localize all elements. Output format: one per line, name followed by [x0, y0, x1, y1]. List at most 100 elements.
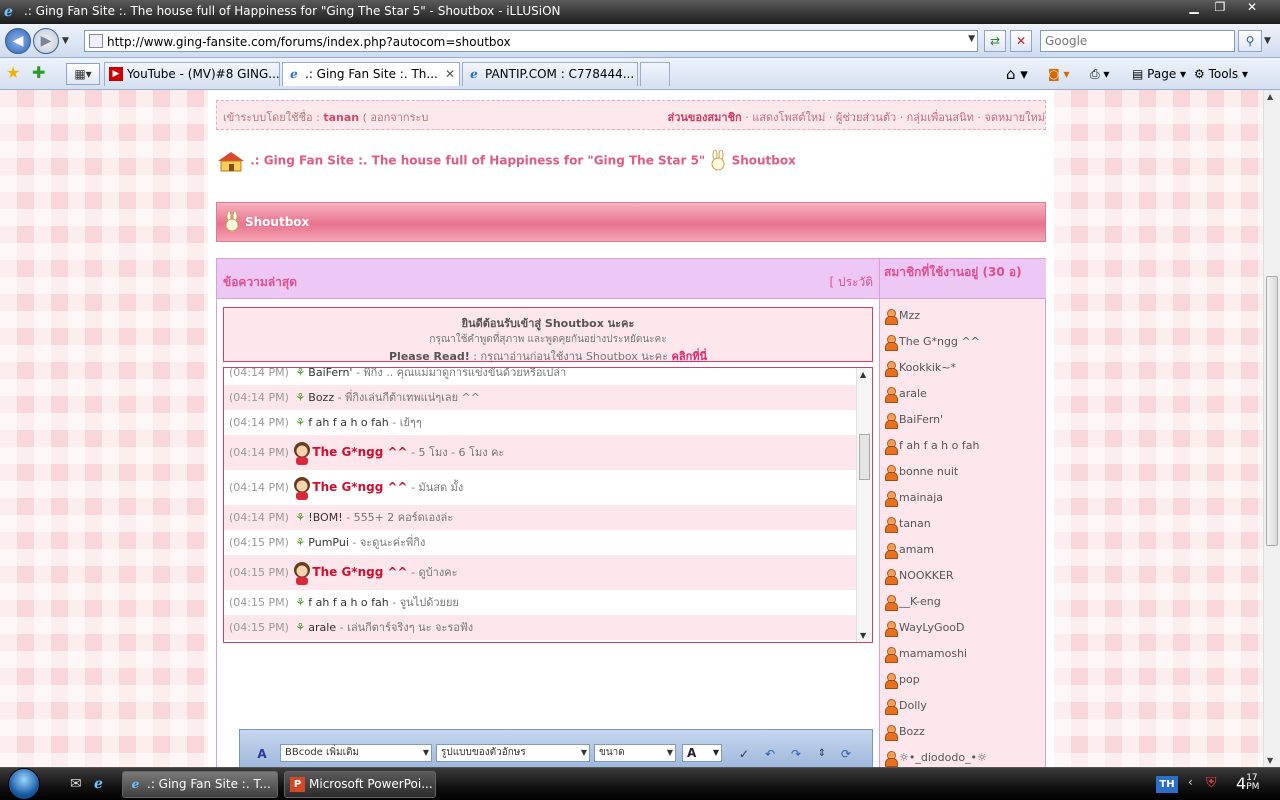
- home-icon[interactable]: ⌂ ▾: [1006, 64, 1028, 84]
- taskbar-item-powerpoint[interactable]: P Microsoft PowerPoi...: [284, 771, 436, 798]
- color-select[interactable]: A ▼: [682, 744, 722, 762]
- online-member[interactable]: __K-eng: [884, 589, 1044, 615]
- online-member-name[interactable]: bonne nuit: [899, 465, 958, 478]
- page-menu[interactable]: ▤ Page ▾: [1132, 64, 1186, 84]
- online-member-name[interactable]: amam: [899, 543, 934, 556]
- search-icon[interactable]: ⚲: [1238, 30, 1262, 52]
- tab-pantip[interactable]: ℯ PANTIP.COM : C778444...: [462, 62, 638, 86]
- online-member[interactable]: ☼•_diododo_•☼: [884, 745, 1044, 767]
- message-list[interactable]: (04:14 PM) ⚘ BaiFern' - พี่กิง .. คุณแม่ม…: [223, 367, 873, 643]
- scroll-down-icon[interactable]: ▼: [860, 631, 866, 640]
- new-tab-button[interactable]: [640, 62, 670, 86]
- size-select[interactable]: ขนาด ▼: [594, 744, 676, 762]
- breadcrumb-site-link[interactable]: .: Ging Fan Site :. The house full of Ha…: [250, 154, 705, 168]
- online-member-name[interactable]: Dolly: [899, 699, 927, 712]
- font-style-icon[interactable]: A: [252, 744, 272, 764]
- tab-close-icon[interactable]: ✕: [445, 63, 455, 85]
- click-here-link[interactable]: คลิกที่นี่: [671, 350, 707, 363]
- online-member[interactable]: mamamoshi: [884, 641, 1044, 667]
- online-member-name[interactable]: Mzz: [899, 309, 920, 322]
- online-member[interactable]: Bozz: [884, 719, 1044, 745]
- tab-ging-fansite[interactable]: ℯ .: Ging Fan Site :. Th... ✕: [282, 62, 460, 86]
- online-member-name[interactable]: WayLyGooD: [899, 621, 965, 634]
- search-box[interactable]: [1040, 30, 1235, 52]
- online-member[interactable]: pop: [884, 667, 1044, 693]
- online-member[interactable]: arale: [884, 381, 1044, 407]
- online-member[interactable]: tanan: [884, 511, 1044, 537]
- taskbar-item-ie[interactable]: ℯ .: Ging Fan Site :. T...: [122, 771, 278, 798]
- message-author[interactable]: PumPui: [308, 536, 349, 549]
- language-indicator[interactable]: TH: [1156, 776, 1178, 793]
- tab-youtube[interactable]: ▶ YouTube - (MV)#8 GING...: [104, 62, 280, 86]
- online-member[interactable]: NOOKKER: [884, 563, 1044, 589]
- message-author[interactable]: f ah f a h o fah: [308, 416, 388, 429]
- minimize-button[interactable]: ▁: [1182, 0, 1206, 16]
- online-member[interactable]: BaiFern': [884, 407, 1044, 433]
- username-link[interactable]: tanan: [323, 111, 359, 124]
- breadcrumb-current[interactable]: Shoutbox: [732, 154, 796, 168]
- online-member[interactable]: mainaja: [884, 485, 1044, 511]
- tray-expand-icon[interactable]: ‹: [1188, 775, 1193, 789]
- history-link[interactable]: [ ประวัติ: [829, 273, 873, 292]
- online-member[interactable]: Kookkik~*: [884, 355, 1044, 381]
- online-member[interactable]: Dolly: [884, 693, 1044, 719]
- font-select[interactable]: รูปแบบของตัวอักษร ▼: [436, 744, 590, 762]
- refresh-button[interactable]: ⇄: [984, 30, 1006, 52]
- search-options-dropdown[interactable]: ▼: [1264, 36, 1271, 46]
- scroll-thumb[interactable]: [859, 434, 870, 480]
- resize-icon[interactable]: ⇕: [812, 744, 832, 764]
- message-author[interactable]: f ah f a h o fah: [308, 596, 388, 609]
- maximize-button[interactable]: ❐: [1208, 0, 1232, 16]
- redo-icon[interactable]: ↷: [786, 744, 806, 764]
- online-member-name[interactable]: Kookkik~*: [899, 361, 956, 374]
- online-member[interactable]: bonne nuit: [884, 459, 1044, 485]
- online-member-name[interactable]: f ah f a h o fah: [899, 439, 979, 452]
- security-shield-icon[interactable]: ⛨: [1206, 775, 1217, 791]
- online-member[interactable]: Mzz: [884, 303, 1044, 329]
- page-scroll-thumb[interactable]: [1266, 276, 1278, 546]
- online-member-name[interactable]: BaiFern': [899, 413, 943, 426]
- switch-editor-icon[interactable]: ⟳: [836, 744, 856, 764]
- page-scrollbar[interactable]: ▲ ▼: [1263, 90, 1280, 767]
- quicklaunch-ie-icon[interactable]: ℯ: [94, 776, 103, 792]
- online-member-name[interactable]: ☼•_diododo_•☼: [899, 751, 987, 764]
- tools-menu[interactable]: ⚙ Tools ▾: [1194, 64, 1248, 84]
- online-member-name[interactable]: tanan: [899, 517, 931, 530]
- message-author[interactable]: arale: [308, 621, 336, 634]
- online-member[interactable]: amam: [884, 537, 1044, 563]
- online-member-name[interactable]: NOOKKER: [899, 569, 954, 582]
- quick-tabs-icon[interactable]: ▦▾: [66, 63, 100, 85]
- online-member-name[interactable]: mainaja: [899, 491, 943, 504]
- bbcode-select[interactable]: BBcode เพิ่มเติม ▼: [280, 744, 432, 762]
- add-favorites-icon[interactable]: ✚: [32, 63, 45, 83]
- url-field[interactable]: http://www.ging-fansite.com/forums/index…: [84, 30, 978, 52]
- recent-pages-dropdown[interactable]: ▼: [62, 36, 69, 46]
- online-member-name[interactable]: arale: [899, 387, 927, 400]
- scroll-up-icon[interactable]: ▲: [860, 370, 866, 379]
- favorites-star-icon[interactable]: ★: [6, 63, 20, 83]
- member-area-link[interactable]: ส่วนของสมาชิก: [668, 111, 742, 124]
- logout-link[interactable]: ( ออกจากระบ: [359, 111, 429, 124]
- forward-button[interactable]: ▶: [33, 28, 59, 54]
- spellcheck-icon[interactable]: ✓: [734, 744, 754, 764]
- feeds-icon[interactable]: ◙ ▾: [1048, 64, 1069, 84]
- search-input[interactable]: [1045, 32, 1225, 50]
- online-member-name[interactable]: The G*ngg ^^: [899, 335, 980, 348]
- online-member-name[interactable]: __K-eng: [899, 595, 941, 608]
- online-member[interactable]: WayLyGooD: [884, 615, 1044, 641]
- message-author[interactable]: The G*ngg ^^: [312, 565, 407, 579]
- start-button[interactable]: [6, 768, 42, 800]
- online-member-name[interactable]: Bozz: [899, 725, 925, 738]
- close-window-button[interactable]: ✕: [1240, 0, 1264, 16]
- quicklaunch-icon[interactable]: ✉: [70, 776, 82, 792]
- undo-icon[interactable]: ↶: [760, 744, 780, 764]
- message-scrollbar[interactable]: ▲ ▼: [856, 368, 872, 642]
- message-author[interactable]: BaiFern': [308, 368, 352, 379]
- clock[interactable]: 417 PM: [1236, 774, 1259, 794]
- scroll-up-icon[interactable]: ▲: [1267, 92, 1273, 101]
- scroll-down-icon[interactable]: ▼: [1267, 756, 1273, 765]
- print-icon[interactable]: ⎙ ▾: [1090, 64, 1109, 84]
- message-author[interactable]: The G*ngg ^^: [312, 480, 407, 494]
- message-author[interactable]: !BOM!: [308, 511, 342, 524]
- url-dropdown-icon[interactable]: ▼: [968, 34, 975, 44]
